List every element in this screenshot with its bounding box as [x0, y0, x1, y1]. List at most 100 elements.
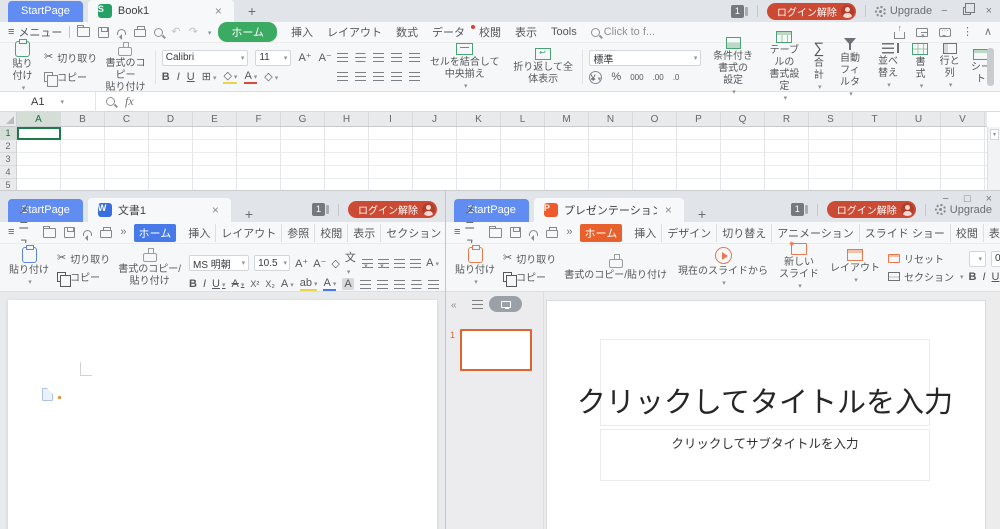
bullet-list-icon[interactable] [362, 259, 373, 268]
align-center-icon[interactable] [377, 280, 388, 289]
document-tab-presentation1[interactable]: P プレゼンテーション1 × [534, 198, 684, 222]
number-format-select[interactable]: 標準 [589, 50, 701, 66]
overflow-icon[interactable]: » [120, 227, 126, 238]
align-left-icon[interactable] [360, 280, 371, 289]
decrease-indent-icon[interactable] [394, 259, 405, 268]
format-painter-button[interactable]: 書式のコピー/貼り付け [561, 247, 670, 288]
print-preview-icon[interactable] [154, 28, 163, 37]
ribbon-tab[interactable]: 挿入 [629, 224, 662, 242]
align-center-icon[interactable] [355, 72, 366, 81]
font-color-icon[interactable]: A [323, 277, 336, 291]
column-header[interactable]: O [633, 112, 677, 126]
italic-icon[interactable]: I [177, 71, 180, 83]
slide-canvas[interactable]: クリックしてタイトルを入力 クリックしてサブタイトルを入力 [546, 300, 986, 529]
save-icon[interactable] [510, 227, 521, 238]
column-header[interactable]: S [809, 112, 853, 126]
column-header[interactable]: V [941, 112, 985, 126]
format-painter-button[interactable]: 書式のコピー/ 貼り付け [115, 247, 184, 288]
slide-thumbnail[interactable] [460, 329, 532, 371]
task-count-badge[interactable]: 1 [791, 203, 804, 216]
print-icon[interactable] [546, 230, 558, 238]
decrease-indent-icon[interactable] [391, 53, 402, 62]
logout-button[interactable]: ログイン解除 [767, 3, 856, 20]
table-format-button[interactable]: テーブルの 書式設定 [765, 46, 804, 88]
underline-icon[interactable]: U [212, 278, 225, 290]
decrease-decimal-icon[interactable]: .0 [673, 73, 680, 82]
align-bottom-icon[interactable] [373, 53, 384, 62]
tab-home[interactable]: ホーム [134, 224, 177, 242]
ribbon-scrollbar[interactable] [987, 48, 994, 86]
number-list-icon[interactable] [378, 259, 389, 268]
subscript-icon[interactable]: X₂ [265, 279, 275, 289]
ribbon-tab[interactable]: 切り替え [717, 224, 772, 242]
upgrade-button[interactable]: Upgrade [875, 5, 932, 17]
font-color-icon[interactable]: A [244, 70, 257, 84]
name-box[interactable]: A1 [0, 92, 96, 111]
close-button[interactable]: × [986, 193, 992, 205]
align-middle-icon[interactable] [355, 53, 366, 62]
reset-button[interactable]: リセット [888, 251, 964, 266]
column-header[interactable]: C [105, 112, 149, 126]
save-icon[interactable] [64, 227, 75, 238]
tab-home[interactable]: ホーム [218, 22, 277, 42]
formula-search-icon[interactable] [106, 97, 115, 106]
new-tab-button[interactable]: + [698, 206, 706, 222]
fill-color-icon[interactable]: ◇ [223, 69, 237, 84]
ribbon-tab[interactable]: 挿入 [183, 224, 216, 242]
collapse-ribbon-icon[interactable]: ∧ [984, 27, 992, 38]
justify-icon[interactable] [411, 280, 422, 289]
open-icon[interactable] [77, 27, 90, 37]
fx-icon[interactable]: fx [125, 94, 134, 109]
font-size-select[interactable]: 0 [991, 251, 1000, 267]
formula-input[interactable] [144, 92, 1000, 111]
undo-icon[interactable]: ↶ [171, 27, 180, 38]
ribbon-tab[interactable]: 挿入 [284, 23, 320, 41]
ribbon-tab[interactable]: レイアウト [320, 23, 389, 41]
ribbon-tab[interactable]: 参照 [282, 224, 315, 242]
print-icon[interactable] [100, 230, 112, 238]
play-from-current-button[interactable]: 現在のスライドから [675, 247, 771, 288]
bold-icon[interactable]: B [162, 71, 170, 83]
increase-indent-icon[interactable] [410, 259, 421, 268]
window-switch-icon[interactable] [916, 28, 928, 37]
text-effect-icon[interactable]: A [281, 278, 294, 290]
close-tab-icon[interactable]: × [213, 4, 224, 18]
sum-button[interactable]: ∑ 合計 [809, 46, 829, 88]
column-header[interactable]: H [325, 112, 369, 126]
startpage-tab[interactable]: StartPage [8, 1, 83, 22]
subtitle-placeholder-box[interactable]: クリックしてサブタイトルを入力 [600, 429, 930, 481]
document-hint-icon[interactable] [42, 388, 53, 401]
align-top-icon[interactable] [337, 53, 348, 62]
column-header[interactable]: U [897, 112, 941, 126]
paste-button[interactable]: 貼り付け [6, 247, 52, 288]
ribbon-tab[interactable]: セクション [381, 224, 446, 242]
ribbon-tab[interactable]: 校閲 [472, 23, 508, 41]
task-count-badge[interactable]: 1 [312, 203, 325, 216]
thousands-separator-icon[interactable]: 000 [630, 73, 643, 82]
superscript-icon[interactable]: X² [250, 279, 259, 289]
minimize-button[interactable]: − [942, 193, 948, 205]
scroll-up-icon[interactable]: ▾ [990, 129, 999, 140]
ribbon-tab[interactable]: 表示 [508, 23, 544, 41]
ribbon-tab[interactable]: Tools [544, 25, 584, 39]
case-convert-icon[interactable]: A [426, 257, 439, 269]
conditional-format-button[interactable]: 条件付き書式の 設定 [706, 46, 759, 88]
borders-icon[interactable]: ⊞ [202, 70, 217, 83]
close-tab-icon[interactable]: × [663, 203, 674, 217]
save-icon[interactable] [98, 27, 109, 38]
select-all-corner[interactable] [0, 112, 17, 127]
row-header[interactable]: 2 [0, 140, 16, 153]
align-left-icon[interactable] [337, 72, 348, 81]
bold-icon[interactable]: B [189, 278, 197, 290]
column-header[interactable]: F [237, 112, 281, 126]
format-painter-button[interactable]: 書式のコピー 貼り付け [102, 46, 149, 88]
document-tab-bunsho1[interactable]: W 文書1 × [88, 198, 231, 222]
font-size-select[interactable]: 10.5 [254, 255, 290, 271]
ribbon-tab[interactable]: デザイン [662, 224, 717, 242]
clear-format-icon[interactable]: ◇ [331, 257, 339, 270]
main-menu-button[interactable]: ≡ メニュー [8, 24, 62, 40]
task-count-badge[interactable]: 1 [731, 5, 744, 18]
restore-button[interactable] [963, 7, 971, 15]
italic-icon[interactable]: I [982, 271, 985, 283]
new-tab-button[interactable]: + [248, 3, 256, 19]
